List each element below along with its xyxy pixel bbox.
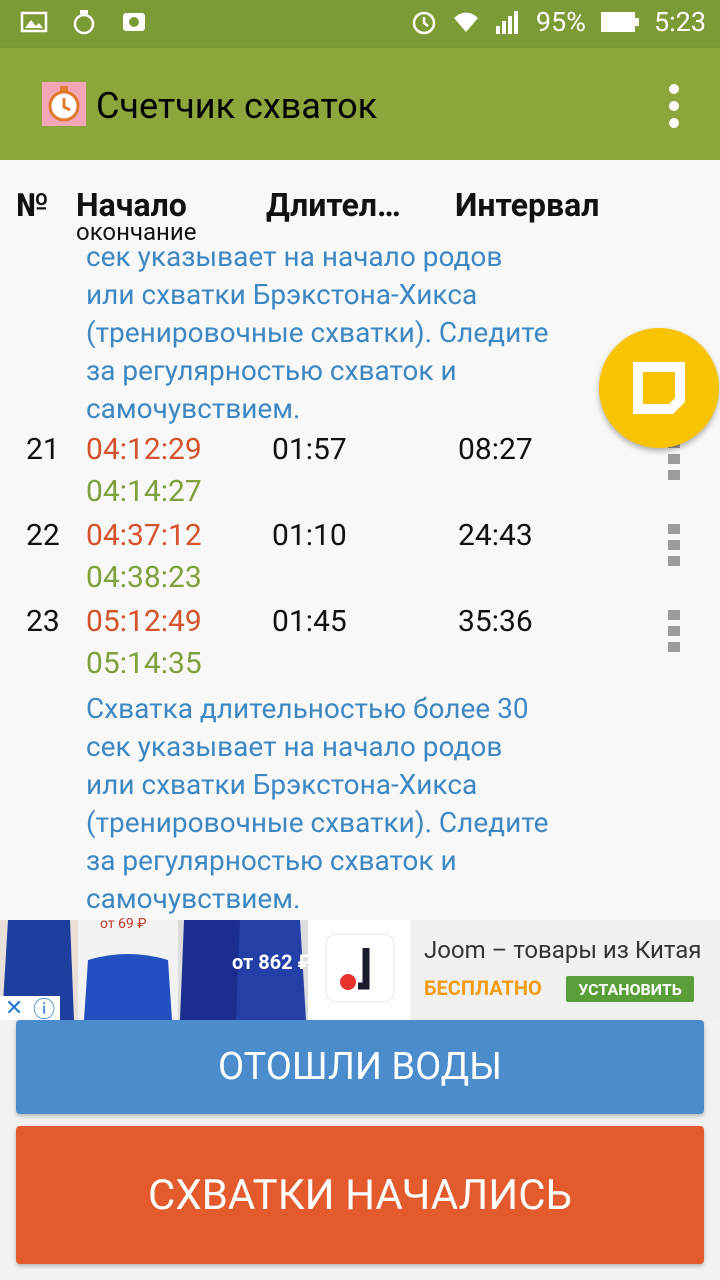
gallery-icon [20, 11, 48, 33]
row-number: 22 [26, 518, 60, 553]
water-broke-button[interactable]: ОТОШЛИ ВОДЫ [16, 1020, 704, 1114]
overflow-menu-button[interactable] [664, 84, 684, 128]
app-title: Счетчик схваток [96, 85, 378, 127]
column-interval: Интервал [455, 186, 600, 224]
note-icon [633, 362, 685, 414]
row-menu-button[interactable] [668, 610, 680, 652]
ad-free-label: БЕСПЛАТНО [424, 976, 542, 1000]
row-menu-button[interactable] [668, 524, 680, 566]
alarm-icon [412, 11, 436, 35]
row-number: 23 [26, 604, 60, 639]
row-duration: 01:45 [272, 604, 347, 639]
dot-icon [669, 101, 679, 111]
close-icon[interactable]: ✕ [5, 996, 23, 1021]
row-start-time: 05:12:49 [86, 604, 202, 639]
status-bar: 95% 5:23 [0, 0, 720, 48]
clock: 5:23 [653, 6, 706, 38]
row-end-time: 04:38:23 [86, 560, 202, 595]
ad-install-button[interactable]: УСТАНОВИТЬ [566, 976, 694, 1002]
ad-price-1: от 69 ₽ [100, 916, 147, 932]
note-top: сек указывает на начало родов или схватк… [86, 240, 549, 425]
contractions-started-button[interactable]: СХВАТКИ НАЧАЛИСЬ [16, 1126, 704, 1264]
ad-banner[interactable]: от 69 ₽ от 862 ₽ Joom – товары из Китая … [0, 916, 720, 1023]
row-end-time: 04:14:27 [86, 474, 202, 509]
row-start-time: 04:12:29 [86, 432, 202, 467]
ad-controls[interactable]: ✕ ⓘ [0, 996, 60, 1023]
ad-price-2: от 862 ₽ [232, 950, 312, 974]
row-duration: 01:10 [272, 518, 347, 553]
ad-title: Joom – товары из Китая [424, 936, 702, 964]
notes-fab-button[interactable] [599, 328, 719, 448]
row-interval: 08:27 [458, 432, 533, 467]
dot-icon [669, 118, 679, 128]
contractions-list[interactable]: № Начало окончание Длител… Интервал сек … [0, 160, 720, 920]
camera-notification-icon [123, 13, 145, 31]
column-num: № [16, 186, 49, 224]
row-start-time: 04:37:12 [86, 518, 202, 553]
ad-image [0, 920, 410, 1020]
row-end-time: 05:14:35 [86, 646, 202, 681]
row-number: 21 [26, 432, 60, 467]
app-logo-icon [42, 82, 86, 126]
note-bottom: Схватка длительностью более 30 сек указы… [86, 692, 549, 915]
row-duration: 01:57 [272, 432, 347, 467]
timer-notification-icon [73, 10, 95, 35]
row-interval: 24:43 [458, 518, 533, 553]
signal-icon [495, 11, 518, 34]
row-interval: 35:36 [458, 604, 533, 639]
column-duration: Длител… [266, 186, 401, 224]
battery-percent: 95% [535, 6, 586, 38]
dot-icon [669, 84, 679, 94]
wifi-icon [453, 12, 478, 32]
battery-icon [600, 12, 639, 32]
